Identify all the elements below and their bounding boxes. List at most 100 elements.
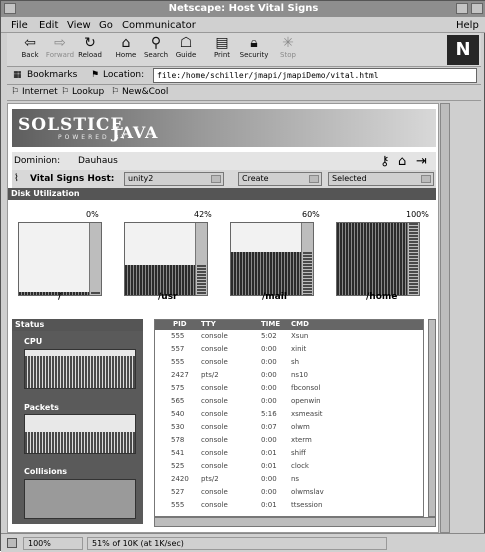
- cell-time: 0:00: [261, 397, 277, 405]
- print-button[interactable]: ▤ Print: [205, 36, 239, 64]
- chevron-down-icon: [421, 175, 431, 183]
- table-row[interactable]: 565 console 0:00 openwin: [155, 397, 423, 407]
- cell-cmd: xsmeasit: [291, 410, 323, 418]
- table-row[interactable]: 555 console 5:02 Xsun: [155, 332, 423, 342]
- table-row[interactable]: 555 console 0:00 sh: [155, 358, 423, 368]
- cell-pid: 555: [171, 501, 185, 509]
- print-icon: ▤: [215, 35, 229, 51]
- status-header: Status: [12, 319, 143, 331]
- search-button[interactable]: ⚲ Search: [139, 36, 173, 64]
- table-row[interactable]: 541 console 0:01 shiff: [155, 449, 423, 459]
- cell-pid: 2420: [171, 475, 189, 483]
- col-tty[interactable]: TTY: [201, 320, 216, 328]
- disk-mount-label: /home: [366, 292, 398, 302]
- cell-time: 0:00: [261, 345, 277, 353]
- help-icon[interactable]: ⚷: [380, 154, 390, 169]
- menu-go[interactable]: Go: [99, 20, 113, 31]
- table-row[interactable]: 578 console 0:00 xterm: [155, 436, 423, 446]
- menu-view[interactable]: View: [67, 20, 91, 31]
- cell-time: 0:00: [261, 371, 277, 379]
- cell-time: 0:00: [261, 488, 277, 496]
- create-select[interactable]: Create: [238, 172, 322, 186]
- packets-label: Packets: [24, 403, 59, 412]
- internet-link[interactable]: ⚐ Internet: [11, 87, 58, 97]
- new-and-cool-link[interactable]: ⚐ New&Cool: [111, 87, 168, 97]
- table-row[interactable]: 575 console 0:00 fbconsol: [155, 384, 423, 394]
- back-button[interactable]: ⇦ Back: [13, 36, 47, 64]
- cell-pid: 2427: [171, 371, 189, 379]
- page-vertical-scrollbar[interactable]: [440, 103, 450, 533]
- cell-cmd: shiff: [291, 449, 306, 457]
- disk-gauge-usr: [124, 222, 208, 296]
- cell-pid: 578: [171, 436, 185, 444]
- cell-cmd: xinit: [291, 345, 307, 353]
- table-row[interactable]: 2420 pts/2 0:00 ns: [155, 475, 423, 485]
- disk-gauge-mail: [230, 222, 314, 296]
- domain-value: Dauhaus: [78, 156, 118, 166]
- lookup-link[interactable]: ⚐ Lookup: [61, 87, 104, 97]
- bookmarks-button[interactable]: Bookmarks: [27, 70, 77, 80]
- selected-select[interactable]: Selected: [328, 172, 434, 186]
- minimize-button[interactable]: [456, 3, 468, 14]
- disk-mount-label: /usr: [158, 292, 178, 302]
- menu-communicator[interactable]: Communicator: [122, 20, 196, 31]
- home-icon[interactable]: ⌂: [398, 154, 406, 169]
- maximize-button[interactable]: [471, 3, 483, 14]
- cell-time: 0:00: [261, 358, 277, 366]
- cell-pid: 565: [171, 397, 185, 405]
- reload-button[interactable]: ↻ Reload: [73, 36, 107, 64]
- forward-arrow-icon: ⇨: [54, 35, 66, 51]
- collisions-label: Collisions: [24, 467, 68, 476]
- security-button[interactable]: 🔒︎ Security: [237, 36, 271, 64]
- status-bar: 100% 51% of 10K (at 1K/sec): [1, 533, 485, 552]
- domain-label: Dominion:: [14, 156, 61, 166]
- location-label: Location:: [103, 70, 145, 80]
- cell-cmd: xterm: [291, 436, 312, 444]
- table-row[interactable]: 557 console 0:00 xinit: [155, 345, 423, 355]
- cell-cmd: Xsun: [291, 332, 309, 340]
- security-lock-icon[interactable]: [7, 538, 17, 548]
- stop-button[interactable]: ✳ Stop: [271, 36, 305, 64]
- disk-level-bar: [301, 223, 313, 295]
- menu-file[interactable]: File: [11, 20, 28, 31]
- process-horizontal-scrollbar[interactable]: [154, 517, 436, 527]
- table-row[interactable]: 540 console 5:16 xsmeasit: [155, 410, 423, 420]
- table-row[interactable]: 527 console 0:00 olwmslav: [155, 488, 423, 498]
- cell-cmd: sh: [291, 358, 300, 366]
- forward-button[interactable]: ⇨ Forward: [43, 36, 77, 64]
- cell-time: 0:00: [261, 384, 277, 392]
- packets-graph-bars: [25, 432, 135, 453]
- netscape-logo[interactable]: N: [447, 35, 479, 65]
- location-icon[interactable]: ⚑: [91, 70, 99, 80]
- cell-pid: 527: [171, 488, 185, 496]
- chevron-down-icon: [211, 175, 221, 183]
- window-menu-button[interactable]: [4, 3, 16, 14]
- table-row[interactable]: 530 console 0:07 olwm: [155, 423, 423, 433]
- reload-icon: ↻: [84, 35, 96, 51]
- guide-button[interactable]: ☖ Guide: [169, 36, 203, 64]
- disk-gauge-root: [18, 222, 102, 296]
- cell-tty: console: [201, 384, 228, 392]
- banner-java: JAVA: [112, 123, 159, 142]
- table-row[interactable]: 2427 pts/2 0:00 ns10: [155, 371, 423, 381]
- process-vertical-scrollbar[interactable]: [428, 319, 436, 517]
- menu-help[interactable]: Help: [456, 20, 479, 31]
- menu-edit[interactable]: Edit: [39, 20, 58, 31]
- table-row[interactable]: 555 console 0:01 ttsession: [155, 501, 423, 511]
- table-row[interactable]: 525 console 0:01 clock: [155, 462, 423, 472]
- host-select[interactable]: unity2: [124, 172, 224, 186]
- col-cmd[interactable]: CMD: [291, 320, 309, 328]
- col-time[interactable]: TIME: [261, 320, 280, 328]
- location-input[interactable]: file:/home/schiller/jmapi/jmapiDemo/vita…: [153, 68, 477, 83]
- cpu-label: CPU: [24, 337, 43, 346]
- cell-cmd: ns: [291, 475, 300, 483]
- bookmark-icon[interactable]: ▦: [13, 70, 22, 80]
- col-pid[interactable]: PID: [173, 320, 187, 328]
- disk-level-fill: [409, 223, 418, 295]
- search-icon: ⚲: [150, 35, 162, 51]
- exit-icon[interactable]: ⇥: [416, 154, 427, 169]
- cell-pid: 555: [171, 358, 185, 366]
- load-progress: 100%: [23, 537, 83, 550]
- home-button[interactable]: ⌂ Home: [109, 36, 143, 64]
- title-bar[interactable]: Netscape: Host Vital Signs: [1, 1, 485, 17]
